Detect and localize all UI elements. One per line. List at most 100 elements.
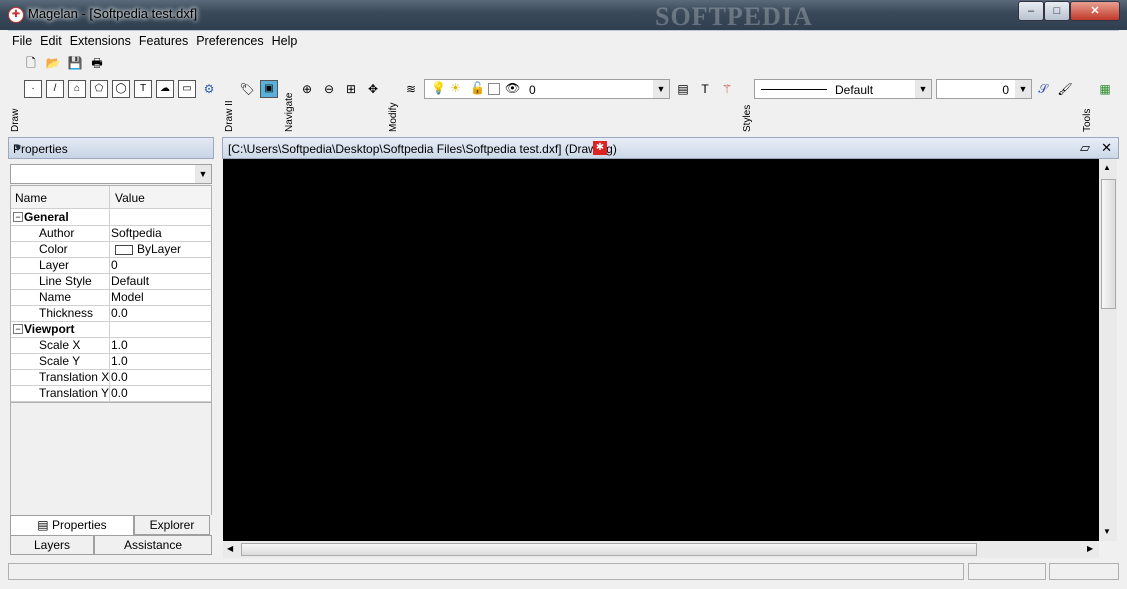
- layer-properties-icon[interactable]: ▤: [674, 80, 692, 98]
- collapse-icon[interactable]: −: [13, 324, 23, 334]
- light-bulb-icon[interactable]: 💡: [431, 81, 446, 95]
- brush-icon[interactable]: 🖌: [1056, 80, 1074, 98]
- chevron-down-icon[interactable]: ▼: [915, 80, 931, 98]
- category-general[interactable]: − General: [11, 209, 211, 226]
- polygon-icon[interactable]: ⬠: [90, 80, 108, 98]
- grid-header: Name Value: [11, 186, 211, 209]
- text-icon[interactable]: T: [134, 80, 152, 98]
- color-swatch: [115, 245, 133, 255]
- minimize-button[interactable]: –: [1018, 1, 1044, 21]
- linestyle-select[interactable]: Default ▼: [754, 79, 932, 99]
- chevron-down-icon[interactable]: ▼: [653, 80, 669, 98]
- chevron-down-icon[interactable]: ▼: [13, 143, 208, 154]
- new-file-icon[interactable]: 🗋: [22, 54, 40, 72]
- status-panel-3: [1049, 563, 1119, 580]
- toolbar-label-draw: Draw: [10, 108, 21, 132]
- status-panel-main: [8, 563, 964, 580]
- scroll-down-icon[interactable]: ▼: [1103, 527, 1111, 536]
- tab-explorer[interactable]: Explorer: [134, 515, 210, 535]
- horizontal-scrollbar[interactable]: ◀ ▶: [223, 541, 1099, 558]
- point-icon[interactable]: ·: [24, 80, 42, 98]
- rectangle-icon[interactable]: ▭: [178, 80, 196, 98]
- tab-properties[interactable]: ▤ Properties: [10, 515, 134, 535]
- text-style-icon[interactable]: T: [696, 80, 714, 98]
- menu-preferences[interactable]: Preferences: [192, 31, 267, 51]
- zoom-extents-icon[interactable]: ⊞: [342, 80, 360, 98]
- zoom-in-icon[interactable]: ⊕: [298, 80, 316, 98]
- toolbar-area: 🗋 📂 💾 🖶 Draw · / ⌂ ⬠ ◯ T ☁ ▭ ⚙ Draw II 🏷…: [8, 50, 1119, 134]
- property-row[interactable]: Line Style Default: [11, 273, 211, 290]
- document-header: [C:\Users\Softpedia\Desktop\Softpedia Fi…: [222, 137, 1119, 159]
- scroll-up-icon[interactable]: ▲: [1103, 163, 1111, 172]
- property-row[interactable]: Translation Y 0.0: [11, 385, 211, 402]
- menu-file[interactable]: File: [8, 31, 36, 51]
- eye-icon[interactable]: 👁: [505, 81, 520, 95]
- pan-icon[interactable]: ✥: [364, 80, 382, 98]
- zoom-out-icon[interactable]: ⊖: [320, 80, 338, 98]
- toolbar-label-draw-ii: Draw II: [224, 100, 235, 132]
- document-path: [C:\Users\Softpedia\Desktop\Softpedia Fi…: [228, 142, 617, 156]
- magic-wand-icon[interactable]: ⚚: [718, 80, 736, 98]
- spreadsheet-icon[interactable]: ▦: [1096, 80, 1114, 98]
- column-value: Value: [115, 191, 145, 205]
- style-s-icon[interactable]: 𝒮: [1034, 80, 1052, 98]
- drawing-canvas[interactable]: [223, 159, 1099, 541]
- vertical-scrollbar[interactable]: ▲ ▼: [1099, 159, 1117, 541]
- polyline-icon[interactable]: ⌂: [68, 80, 86, 98]
- collapse-icon[interactable]: −: [13, 212, 23, 222]
- property-row[interactable]: Author Softpedia: [11, 225, 211, 242]
- properties-panel: Properties ▼ ▼ Name Value − General Auth…: [8, 137, 214, 557]
- toolbar-label-navigate: Navigate: [284, 92, 295, 132]
- image-frame-icon[interactable]: ▣: [260, 80, 278, 98]
- scroll-left-icon[interactable]: ◀: [227, 544, 233, 553]
- tab-layers[interactable]: Layers: [10, 535, 94, 555]
- print-icon[interactable]: 🖶: [88, 54, 106, 72]
- line-sample: [761, 89, 827, 90]
- lineweight-value: 0: [1002, 83, 1009, 97]
- property-row[interactable]: Scale X 1.0: [11, 337, 211, 354]
- save-icon[interactable]: 💾: [66, 54, 84, 72]
- menu-bar: File Edit Extensions Features Preferences Hel…: [8, 30, 1119, 51]
- layer-select[interactable]: 💡 ☀ 🔓 👁 0 ▼: [424, 79, 670, 99]
- color-swatch-icon[interactable]: [488, 83, 500, 95]
- line-icon[interactable]: /: [46, 80, 64, 98]
- open-folder-icon[interactable]: 📂: [44, 54, 62, 72]
- scroll-right-icon[interactable]: ▶: [1087, 544, 1093, 553]
- maximize-button[interactable]: □: [1044, 1, 1070, 21]
- cloud-icon[interactable]: ☁: [156, 80, 174, 98]
- menu-features[interactable]: Features: [135, 31, 192, 51]
- horizontal-scroll-thumb[interactable]: [241, 543, 977, 556]
- column-name: Name: [15, 191, 48, 205]
- property-grid: Name Value − General Author Softpedia Col…: [10, 185, 212, 403]
- lock-open-icon[interactable]: 🔓: [470, 81, 485, 95]
- property-row[interactable]: Layer 0: [11, 257, 211, 274]
- property-row[interactable]: Name Model: [11, 289, 211, 306]
- vertical-scroll-thumb[interactable]: [1101, 179, 1116, 309]
- lineweight-select[interactable]: 0 ▼: [936, 79, 1032, 99]
- layers-icon[interactable]: ≋: [402, 80, 420, 98]
- chevron-down-icon[interactable]: ▼: [195, 165, 211, 183]
- sun-icon[interactable]: ☀: [450, 81, 461, 95]
- circle-icon[interactable]: ◯: [112, 80, 130, 98]
- object-select[interactable]: ▼: [10, 164, 212, 184]
- property-row[interactable]: Scale Y 1.0: [11, 353, 211, 370]
- property-row[interactable]: Thickness 0.0: [11, 305, 211, 322]
- menu-edit[interactable]: Edit: [36, 31, 66, 51]
- tag-icon[interactable]: 🏷: [238, 80, 256, 98]
- property-row[interactable]: Translation X 0.0: [11, 369, 211, 386]
- app-icon[interactable]: ✚: [8, 7, 24, 23]
- close-button[interactable]: ✕: [1070, 1, 1120, 21]
- gear-icon[interactable]: ⚙: [200, 80, 218, 98]
- menu-extensions[interactable]: Extensions: [66, 31, 135, 51]
- detach-window-icon[interactable]: ▱: [1080, 140, 1090, 156]
- panel-header: Properties ▼: [8, 137, 214, 159]
- menu-help[interactable]: Help: [268, 31, 302, 51]
- tab-assistance[interactable]: Assistance: [94, 535, 212, 555]
- chevron-down-icon[interactable]: ▼: [1015, 80, 1031, 98]
- toolbar-label-styles: Styles: [742, 104, 753, 132]
- property-row[interactable]: Color ByLayer: [11, 241, 211, 258]
- category-viewport[interactable]: − Viewport: [11, 321, 211, 338]
- close-document-icon[interactable]: ✕: [1101, 140, 1112, 156]
- drawing-status-icon[interactable]: ✱: [593, 141, 607, 155]
- linestyle-value: Default: [835, 83, 874, 97]
